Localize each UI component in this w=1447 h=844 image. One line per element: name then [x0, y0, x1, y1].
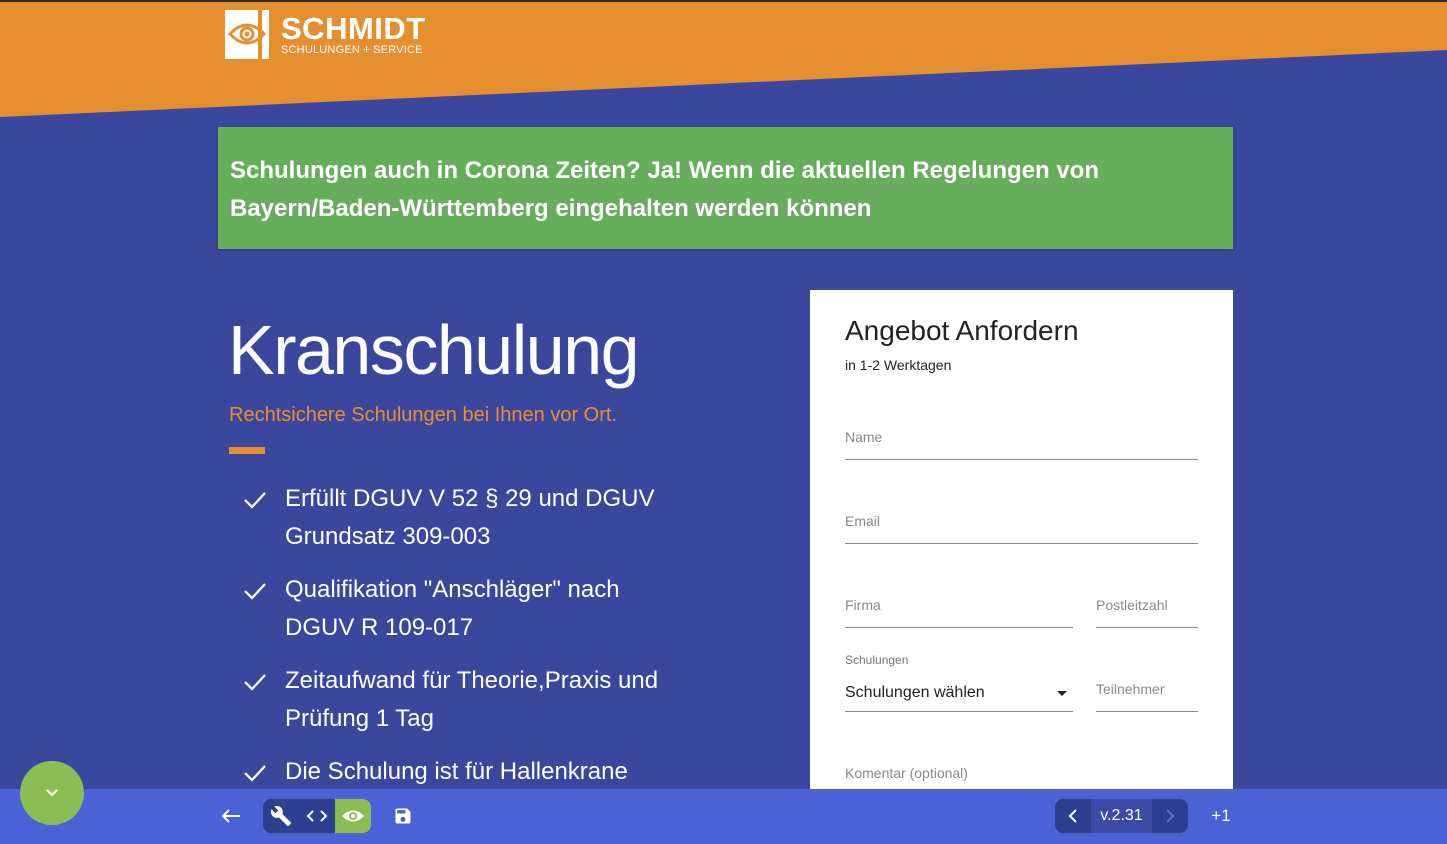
course-select-label: Schulungen	[845, 653, 909, 667]
notice-text: Schulungen auch in Corona Zeiten? Ja! We…	[230, 157, 1099, 222]
form-subtitle: in 1-2 Werktagen	[845, 357, 952, 373]
participants-field[interactable]	[1096, 677, 1198, 712]
view-mode-group	[263, 799, 371, 833]
name-input[interactable]	[845, 425, 1198, 449]
feature-text: Zeitaufwand für Theorie,Praxis und Prüfu…	[285, 667, 659, 732]
eye-icon	[342, 810, 364, 822]
check-icon	[243, 753, 285, 788]
page-title: Kranschulung	[228, 311, 640, 389]
feature-list: Erfüllt DGUV V 52 § 29 und DGUV Grundsat…	[243, 480, 683, 806]
version-label: v.2.31	[1091, 799, 1152, 833]
next-version-button[interactable]	[1152, 799, 1188, 833]
edit-mode-button[interactable]	[263, 799, 299, 833]
feature-text: Erfüllt DGUV V 52 § 29 und DGUV Grundsat…	[285, 485, 655, 550]
code-icon	[306, 810, 328, 822]
plus-one-button[interactable]: +1	[1203, 799, 1239, 833]
email-field[interactable]	[845, 509, 1198, 544]
course-select-value: Schulungen wählen	[845, 684, 985, 701]
check-icon	[243, 480, 285, 515]
preview-mode-button[interactable]	[335, 799, 371, 833]
logo-subtitle: SCHULUNGEN + SERVICE	[281, 43, 423, 56]
course-select[interactable]: Schulungen wählen	[845, 675, 1073, 712]
window-top-border	[0, 0, 1447, 2]
name-field[interactable]	[845, 425, 1198, 460]
quote-request-form: Angebot Anfordern in 1-2 Werktagen Schul…	[810, 290, 1233, 810]
title-accent-bar	[229, 447, 265, 454]
check-icon	[243, 571, 285, 606]
scroll-down-button[interactable]	[20, 761, 84, 825]
feature-item: Qualifikation "Anschläger" nach DGUV R 1…	[243, 571, 683, 647]
header-orange-band	[0, 0, 1447, 117]
email-input[interactable]	[845, 509, 1198, 533]
page-subtitle: Rechtsichere Schulungen bei Ihnen vor Or…	[229, 404, 617, 426]
company-input[interactable]	[845, 593, 1073, 617]
logo[interactable]: SCHMIDT SCHULUNGEN + SERVICE	[225, 10, 426, 59]
editor-toolbar: v.2.31 +1	[0, 789, 1447, 844]
zip-field[interactable]	[1096, 593, 1198, 628]
chevron-down-icon	[46, 789, 58, 797]
code-mode-button[interactable]	[299, 799, 335, 833]
wrench-icon	[270, 806, 292, 827]
dropdown-arrow-icon	[1057, 690, 1067, 696]
comment-input[interactable]	[845, 761, 1198, 785]
zip-input[interactable]	[1096, 593, 1198, 617]
feature-item: Zeitaufwand für Theorie,Praxis und Prüfu…	[243, 662, 683, 738]
chevron-right-icon	[1166, 809, 1175, 823]
check-icon	[243, 662, 285, 697]
logo-title: SCHMIDT	[281, 10, 426, 46]
participants-input[interactable]	[1096, 677, 1198, 701]
chevron-left-icon	[1068, 809, 1077, 823]
feature-text: Die Schulung ist für Hallenkrane	[285, 758, 628, 785]
save-icon	[395, 808, 411, 824]
back-button[interactable]	[213, 799, 249, 833]
feature-item: Die Schulung ist für Hallenkrane	[243, 753, 683, 791]
company-field[interactable]	[845, 593, 1073, 628]
arrow-left-icon	[221, 809, 240, 823]
eye-logo-icon	[225, 10, 269, 59]
feature-text: Qualifikation "Anschläger" nach DGUV R 1…	[285, 576, 620, 641]
corona-notice-banner: Schulungen auch in Corona Zeiten? Ja! We…	[218, 127, 1233, 249]
save-button[interactable]	[385, 799, 421, 833]
previous-version-button[interactable]	[1055, 799, 1091, 833]
version-switcher: v.2.31	[1055, 799, 1188, 833]
form-title: Angebot Anfordern	[845, 315, 1079, 346]
feature-item: Erfüllt DGUV V 52 § 29 und DGUV Grundsat…	[243, 480, 683, 556]
